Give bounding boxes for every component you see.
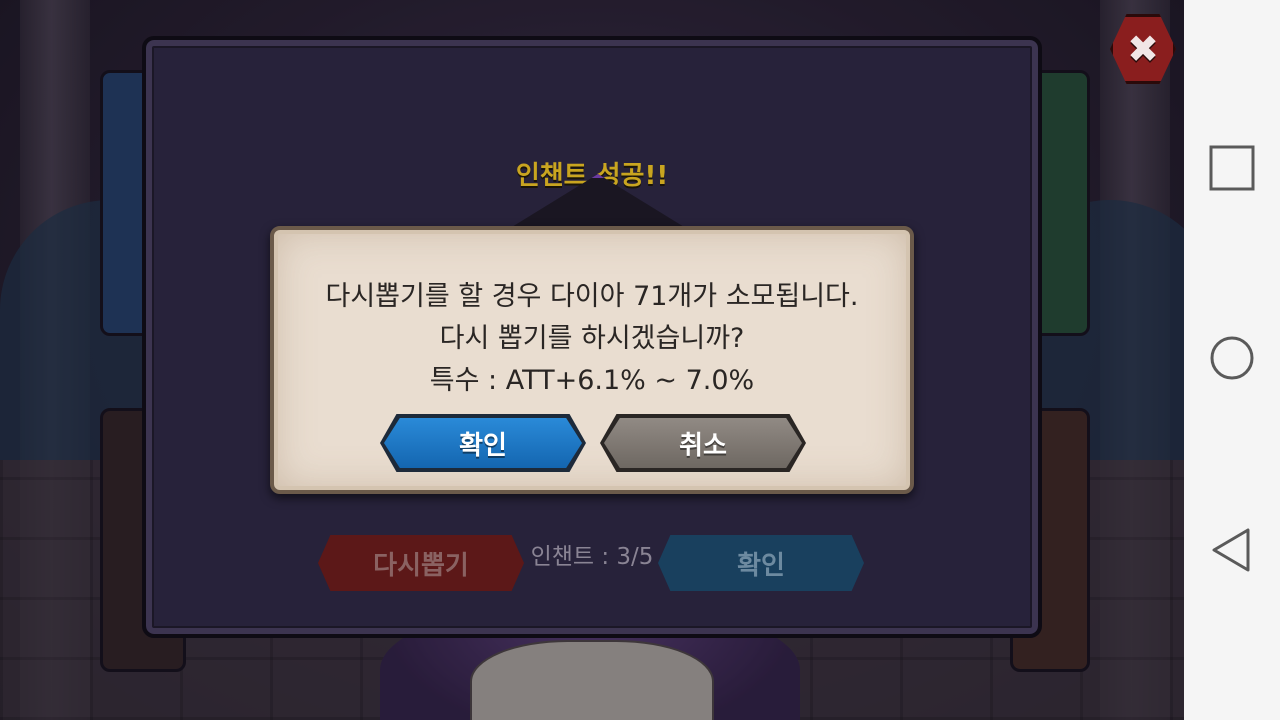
android-nav-bar bbox=[1184, 0, 1280, 720]
dialog-cancel-label: 취소 bbox=[679, 430, 727, 461]
game-screen: 인챈트 성공!! 인챈트 : 3/5 다시뽑기 확인 ✖ 다시뽑기를 할 경우 … bbox=[0, 0, 1184, 720]
square-icon bbox=[1209, 145, 1255, 191]
enchant-count: 인챈트 : 3/5 bbox=[530, 544, 654, 570]
panel-confirm-button-label: 확인 bbox=[737, 550, 785, 581]
back-button[interactable] bbox=[1184, 510, 1280, 590]
close-icon: ✖ bbox=[1127, 27, 1159, 71]
dialog-message-line3: 특수 : ATT+6.1% ~ 7.0% bbox=[429, 365, 755, 396]
dialog-message-line1: 다시뽑기를 할 경우 다이아 71개가 소모됩니다. bbox=[325, 281, 859, 312]
home-button[interactable] bbox=[1184, 318, 1280, 398]
reroll-confirm-dialog: 다시뽑기를 할 경우 다이아 71개가 소모됩니다. 다시 뽑기를 하시겠습니까… bbox=[270, 226, 914, 494]
recents-button[interactable] bbox=[1184, 128, 1280, 208]
reroll-button-label: 다시뽑기 bbox=[373, 550, 469, 581]
triangle-back-icon bbox=[1212, 528, 1250, 572]
dialog-message-line2: 다시 뽑기를 하시겠습니까? bbox=[439, 323, 745, 354]
dialog-confirm-label: 확인 bbox=[459, 430, 507, 461]
reroll-button[interactable]: 다시뽑기 bbox=[318, 535, 524, 591]
circle-icon bbox=[1210, 336, 1254, 380]
dialog-confirm-button[interactable]: 확인 bbox=[380, 414, 586, 472]
dialog-cancel-button[interactable]: 취소 bbox=[600, 414, 806, 472]
panel-confirm-button[interactable]: 확인 bbox=[658, 535, 864, 591]
